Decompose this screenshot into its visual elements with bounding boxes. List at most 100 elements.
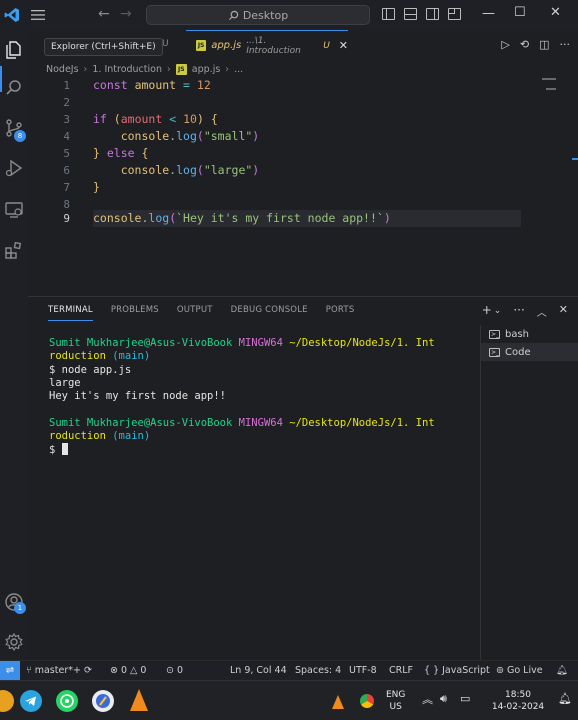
explorer-icon[interactable] (4, 40, 24, 60)
tab-terminal[interactable]: TERMINAL (48, 305, 93, 321)
more-actions-icon[interactable]: ··· (513, 303, 524, 319)
line-number: 6 (63, 164, 70, 177)
new-terminal-icon[interactable]: + (482, 303, 492, 319)
vlc-tray-icon[interactable] (332, 695, 344, 709)
toggle-secondary-sidebar-icon[interactable] (426, 8, 439, 20)
clock[interactable]: 18:50 14-02-2024 (488, 689, 548, 713)
breadcrumb-item[interactable]: ... (234, 64, 243, 75)
chevron-down-icon[interactable]: ⌄ (494, 306, 502, 319)
run-file-icon[interactable]: ▷ (501, 38, 509, 51)
command-center-search[interactable]: Desktop (146, 5, 370, 25)
notifications-icon[interactable]: 🔔︎ (558, 693, 572, 705)
breadcrumb-item[interactable]: NodeJs (46, 64, 79, 75)
more-actions-icon[interactable]: ··· (560, 38, 571, 51)
tab-app-js[interactable]: JS app.js ...\1. Introduction U ✕ (186, 30, 348, 60)
maximize-panel-icon[interactable]: ︿ (537, 304, 547, 319)
toggle-panel-icon[interactable] (404, 8, 417, 20)
toggle-primary-sidebar-icon[interactable] (382, 8, 395, 20)
vlc-icon[interactable] (130, 689, 148, 711)
wifi-icon[interactable]: ︽ (422, 694, 433, 706)
tab-inactive-status: U (162, 39, 169, 49)
close-panel-icon[interactable]: ✕ (559, 303, 568, 319)
drawing-app-icon[interactable] (92, 690, 114, 712)
app-icon[interactable] (0, 690, 14, 712)
back-arrow-icon[interactable]: ← (98, 6, 110, 22)
extensions-icon[interactable] (4, 240, 24, 260)
output-line: large (49, 376, 81, 389)
maximize-icon[interactable]: ☐ (514, 5, 526, 20)
terminal-cursor (61, 443, 68, 456)
indentation-status[interactable]: Spaces: 4 (295, 665, 341, 676)
chevron-right-icon: › (166, 63, 171, 75)
scrollbar-marker[interactable] (572, 158, 578, 160)
tab-problems[interactable]: PROBLEMS (111, 305, 159, 321)
code-editor[interactable]: 1 const amount = 12 2 3 if (amount < 10)… (28, 76, 578, 296)
tab-output[interactable]: OUTPUT (177, 305, 213, 321)
js-file-icon: JS (175, 63, 187, 75)
remote-indicator-icon[interactable]: ⇌ (0, 660, 20, 681)
open-changes-icon[interactable]: ⟲ (520, 38, 529, 51)
code-line: 6 console.log("large") (28, 162, 548, 179)
volume-icon[interactable]: 🔊︎ (440, 693, 447, 705)
manage-gear-icon[interactable] (4, 632, 24, 652)
code-line: 7 } (28, 179, 548, 196)
search-sidebar-icon[interactable] (4, 78, 24, 98)
terminal-item-bash[interactable]: >_ bash (481, 325, 578, 343)
customize-layout-icon[interactable] (448, 8, 461, 20)
tab-file-name: app.js (211, 40, 242, 51)
code-line: 4 console.log("small") (28, 128, 548, 145)
panel-actions: + ⌄ ··· ︿ ✕ (482, 303, 568, 319)
bottom-panel: TERMINAL PROBLEMS OUTPUT DEBUG CONSOLE P… (28, 296, 578, 661)
search-label: Desktop (242, 8, 289, 22)
line-number: 2 (63, 96, 70, 109)
line-number: 3 (63, 113, 70, 126)
split-editor-icon[interactable]: ◫ (539, 38, 549, 51)
remote-explorer-icon[interactable] (4, 200, 24, 220)
editor-actions: ▷ ⟲ ◫ ··· (501, 38, 570, 51)
code-line: 3 if (amount < 10) { (28, 111, 548, 128)
forward-arrow-icon[interactable]: → (120, 6, 132, 22)
eol-status[interactable]: CRLF (389, 665, 413, 676)
terminal-output[interactable]: Sumit Mukharjee@Asus-VivoBook MINGW64 ~/… (49, 337, 479, 458)
whatsapp-icon[interactable] (56, 690, 78, 712)
search-icon (228, 10, 239, 20)
branch-status[interactable]: ⑂ master*+ ⟳ (26, 665, 92, 676)
telegram-icon[interactable] (20, 690, 42, 712)
vscode-logo-icon (4, 8, 19, 22)
code-line: 1 const amount = 12 (28, 77, 548, 94)
minimize-icon[interactable]: — (482, 6, 495, 21)
notifications-bell-icon[interactable]: 🔔︎ (556, 665, 568, 676)
terminal-icon: >_ (489, 329, 500, 339)
go-live-button[interactable]: ⊚ Go Live (496, 665, 543, 676)
tab-debug-console[interactable]: DEBUG CONSOLE (231, 305, 308, 321)
panel-tabs: TERMINAL PROBLEMS OUTPUT DEBUG CONSOLE P… (48, 305, 354, 321)
minimap[interactable] (542, 78, 556, 80)
prompt-line: Sumit Mukharjee@Asus-VivoBook MINGW64 ~/… (49, 416, 435, 429)
code-text: console.log(`Hey it's my first node app!… (93, 211, 391, 225)
minimap[interactable] (546, 88, 556, 90)
close-window-icon[interactable]: ✕ (550, 5, 561, 20)
problems-status[interactable]: ⊗ 0 △ 0 (110, 665, 146, 676)
cursor-position[interactable]: Ln 9, Col 44 (230, 665, 287, 676)
title-bar: ← → Desktop — ☐ ✕ (0, 0, 578, 30)
input-language[interactable]: ENG US (386, 689, 405, 713)
breadcrumb-item[interactable]: 1. Introduction (92, 64, 162, 75)
tab-file-status: U (323, 40, 330, 51)
prompt-line: roduction (main) (49, 430, 151, 443)
breadcrumb-item[interactable]: app.js (192, 64, 221, 75)
terminal-item-code[interactable]: >_ Code (481, 343, 578, 361)
tab-file-path: ...\1. Introduction (246, 35, 301, 56)
active-indicator (0, 66, 2, 92)
run-debug-icon[interactable] (4, 158, 24, 178)
line-number: 9 (63, 212, 70, 225)
tab-ports[interactable]: PORTS (326, 305, 355, 321)
tab-close-icon[interactable]: ✕ (339, 39, 348, 52)
encoding-status[interactable]: UTF-8 (349, 665, 377, 676)
terminal-icon: >_ (489, 347, 500, 357)
language-mode[interactable]: { } JavaScript (424, 665, 490, 676)
ports-status[interactable]: ⊙ 0 (166, 665, 183, 676)
menu-icon[interactable] (30, 8, 46, 22)
chrome-icon[interactable] (360, 694, 374, 708)
command-line: $ node app.js (49, 363, 132, 376)
battery-icon[interactable]: ▭ (460, 693, 470, 705)
